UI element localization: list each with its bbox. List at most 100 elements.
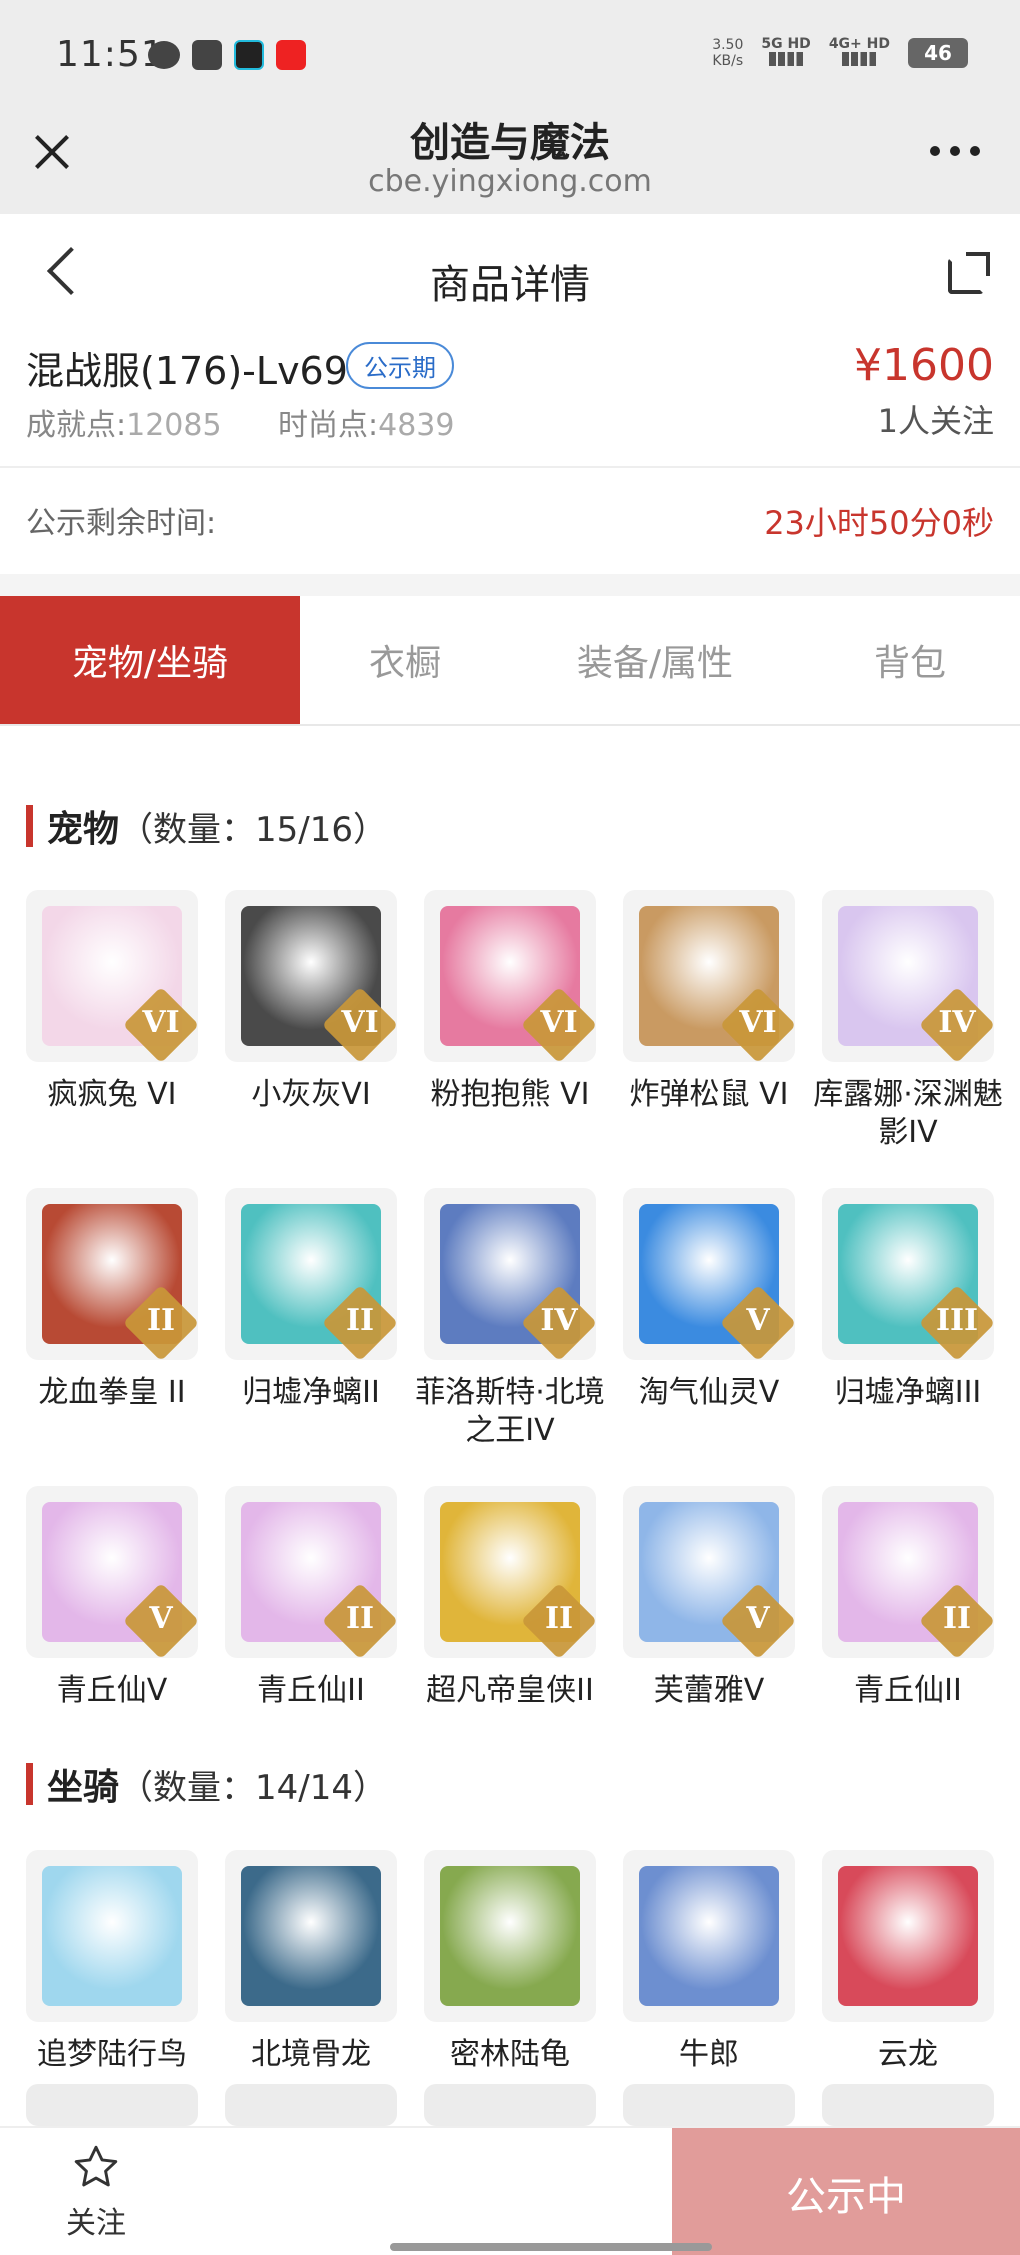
tier-label: V — [149, 1601, 173, 1636]
grid-item[interactable]: V 青丘仙V — [26, 1486, 198, 1710]
site-title: 创造与魔法 — [410, 120, 610, 166]
pets-section-title: 宠物 （数量：15/16） — [26, 800, 387, 852]
item-label: 小灰灰VI — [251, 1077, 371, 1112]
grid-item[interactable]: II 青丘仙II — [225, 1486, 397, 1710]
item-label: 超凡帝皇侠II — [426, 1673, 594, 1708]
grid-item[interactable]: IV 菲洛斯特·北境之王IV — [415, 1188, 605, 1450]
item-art — [639, 1866, 779, 2006]
grid-item[interactable]: II 龙血拳皇 II — [26, 1188, 198, 1450]
grid-item[interactable]: VI 炸弹松鼠 VI — [623, 890, 795, 1152]
tier-label: V — [746, 1303, 770, 1338]
grid-item[interactable]: VI 疯疯兔 VI — [26, 890, 198, 1152]
tier-label: IV — [938, 1005, 976, 1040]
grid-item[interactable]: VI 小灰灰VI — [225, 890, 397, 1152]
star-icon — [74, 2145, 118, 2187]
grid-item[interactable]: II 归墟净螭II — [225, 1188, 397, 1450]
fashion-value: 4839 — [378, 408, 455, 443]
achievement-points: 成就点:12085 — [26, 400, 222, 444]
achievement-value: 12085 — [126, 408, 222, 443]
item-thumbnail: V — [623, 1486, 795, 1658]
item-thumbnail: II — [424, 1486, 596, 1658]
mount-thumb-partial — [225, 2084, 397, 2126]
mounts-grid-next-row — [26, 2084, 998, 2126]
tier-label: VI — [142, 1005, 180, 1040]
mounts-grid: 追梦陆行鸟 北境骨龙 密林陆龟 牛郎 云龙 — [26, 1850, 998, 2074]
battery-icon: 46 — [908, 38, 968, 68]
mount-thumb-partial — [424, 2084, 596, 2126]
item-thumbnail: II — [225, 1486, 397, 1658]
item-thumbnail: V — [26, 1486, 198, 1658]
product-summary: 混战服(176)-Lv69 公示期 成就点:12085 时尚点:4839 ¥16… — [0, 330, 1020, 466]
section-marker — [26, 1763, 33, 1805]
item-label: 青丘仙II — [257, 1673, 365, 1708]
item-label: 粉抱抱熊 VI — [430, 1077, 590, 1112]
tab-wardrobe[interactable]: 衣橱 — [300, 596, 510, 724]
item-thumbnail: II — [26, 1188, 198, 1360]
achievement-label: 成就点: — [26, 408, 127, 443]
price: ¥1600 — [854, 340, 994, 391]
grid-item[interactable]: 密林陆龟 — [424, 1850, 596, 2074]
share-icon[interactable] — [948, 252, 990, 294]
tier-label: VI — [540, 1005, 578, 1040]
grid-item[interactable]: 牛郎 — [623, 1850, 795, 2074]
tab-pets-mounts[interactable]: 宠物/坐骑 — [0, 596, 300, 724]
grid-item[interactable]: IV 库露娜·深渊魅影IV — [813, 890, 1003, 1152]
item-label: 菲洛斯特·北境之王IV — [415, 1375, 605, 1448]
mounts-section-title: 坐骑 （数量：14/14） — [26, 1758, 387, 1810]
tab-equipment[interactable]: 装备/属性 — [510, 596, 800, 724]
app-icon — [234, 40, 264, 70]
tier-label: IV — [540, 1303, 578, 1338]
tier-label: II — [146, 1303, 176, 1338]
follow-button[interactable]: 关注 — [56, 2142, 136, 2242]
grid-item[interactable]: VI 粉抱抱熊 VI — [424, 890, 596, 1152]
item-thumbnail: IV — [822, 890, 994, 1062]
item-art — [440, 1866, 580, 2006]
item-label: 龙血拳皇 II — [38, 1375, 186, 1410]
remaining-time-value: 23小时50分0秒 — [764, 504, 994, 542]
public-status-button[interactable]: 公示中 — [672, 2128, 1020, 2255]
message-icon — [148, 41, 180, 69]
item-thumbnail — [623, 1850, 795, 2022]
grid-item[interactable]: II 青丘仙II — [822, 1486, 994, 1710]
item-art — [241, 1866, 381, 2006]
page-title: 商品详情 — [430, 262, 590, 308]
item-label: 归墟净螭II — [242, 1375, 380, 1410]
status-right: 3.50 KB/s 5G HD 4G+ HD 46 — [712, 36, 968, 70]
grid-item[interactable]: 北境骨龙 — [225, 1850, 397, 2074]
bag-icon — [192, 40, 222, 70]
status-badge: 公示期 — [346, 342, 454, 389]
signal-bars-icon — [842, 52, 877, 66]
item-thumbnail: III — [822, 1188, 994, 1360]
grid-item[interactable]: II 超凡帝皇侠II — [424, 1486, 596, 1710]
grid-item[interactable]: III 归墟净螭III — [822, 1188, 994, 1450]
browser-bar: 创造与魔法 cbe.yingxiong.com — [0, 110, 1020, 214]
item-art — [42, 1866, 182, 2006]
signal-5g-label: 5G HD — [761, 36, 811, 52]
pets-grid: VI 疯疯兔 VI VI 小灰灰VI VI 粉抱抱熊 VI VI 炸弹松鼠 VI IV 库露娜·深… — [26, 890, 1003, 1710]
fashion-label: 时尚点: — [278, 408, 379, 443]
item-label: 炸弹松鼠 VI — [629, 1077, 789, 1112]
grid-item[interactable]: V 芙蕾雅V — [623, 1486, 795, 1710]
fashion-points: 时尚点:4839 — [278, 400, 454, 444]
page-header: 商品详情 — [0, 214, 1020, 340]
item-art — [838, 1866, 978, 2006]
mount-thumb-partial — [623, 2084, 795, 2126]
pets-title: 宠物 — [47, 809, 120, 850]
item-label: 追梦陆行鸟 — [37, 2037, 187, 2072]
item-label: 青丘仙V — [56, 1673, 168, 1708]
item-label: 北境骨龙 — [251, 2037, 371, 2072]
section-gap — [0, 574, 1020, 596]
item-label: 归墟净螭III — [834, 1375, 982, 1410]
pets-count: （数量：15/16） — [119, 809, 387, 850]
tier-label: VI — [341, 1005, 379, 1040]
more-icon[interactable] — [930, 146, 980, 156]
item-label: 芙蕾雅V — [653, 1673, 765, 1708]
grid-item[interactable]: 追梦陆行鸟 — [26, 1850, 198, 2074]
grid-item[interactable]: V 淘气仙灵V — [623, 1188, 795, 1450]
section-marker — [26, 805, 33, 847]
product-name: 混战服(176)-Lv69 — [26, 349, 348, 393]
item-thumbnail: VI — [225, 890, 397, 1062]
tab-backpack[interactable]: 背包 — [800, 596, 1020, 724]
grid-item[interactable]: 云龙 — [822, 1850, 994, 2074]
item-label: 疯疯兔 VI — [47, 1077, 177, 1112]
